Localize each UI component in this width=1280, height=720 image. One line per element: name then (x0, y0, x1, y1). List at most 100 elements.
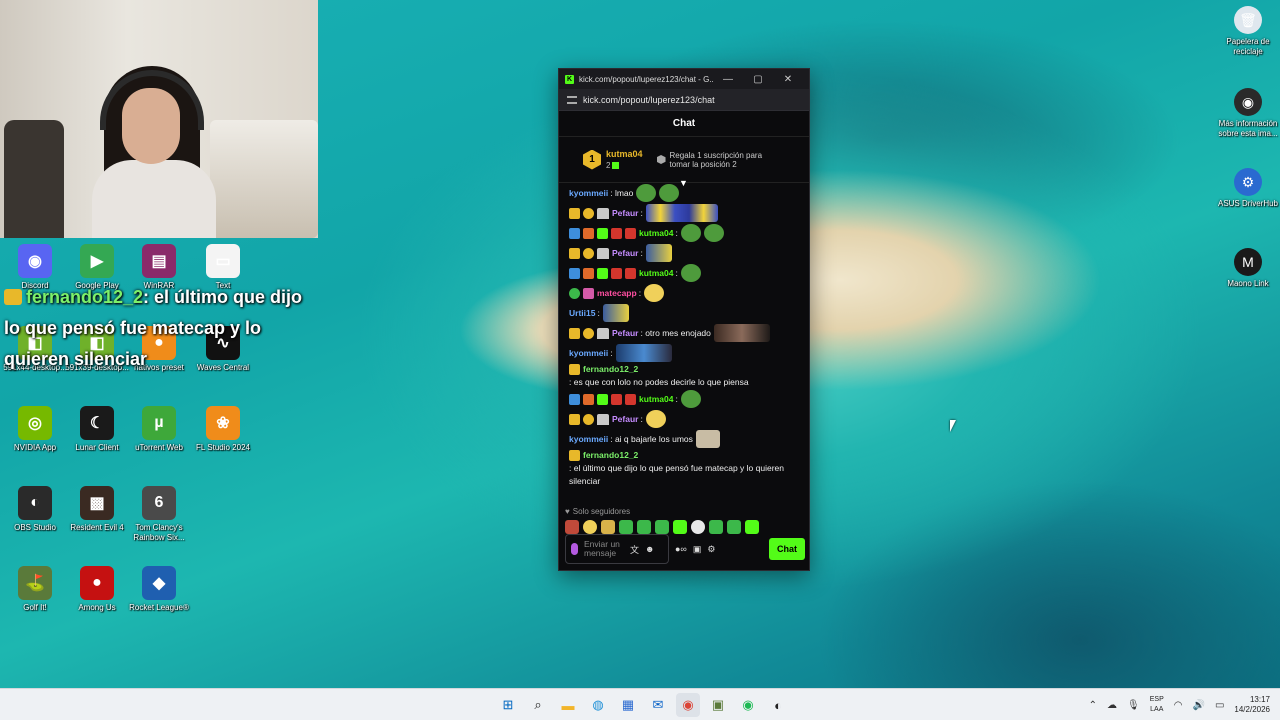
volume-icon[interactable]: 🔊 (1193, 700, 1205, 711)
network-status-icon[interactable]: ☁ (1107, 700, 1117, 711)
fl-studio-icon: ❀ (206, 406, 240, 440)
desktop-shortcut[interactable]: 🗑 Papelera de reciclaje (1216, 6, 1280, 57)
user-badge-icon (611, 227, 622, 239)
chat-username[interactable]: Pefaur (612, 207, 638, 220)
desktop-shortcut[interactable]: ◎ NVIDIA App (0, 406, 70, 453)
file-explorer-icon[interactable]: ▬ (556, 693, 580, 717)
chat-username[interactable]: kyommeii (569, 433, 608, 446)
user-badge-icon (569, 450, 580, 461)
spotify-icon[interactable]: ◉ (736, 693, 760, 717)
chat-username[interactable]: Pefaur (612, 327, 638, 340)
translate-icon[interactable]: 文 (630, 543, 639, 556)
microphone-icon[interactable] (571, 543, 578, 555)
settings-gear-icon[interactable]: ⚙ (707, 544, 715, 555)
gift-rank-icon (656, 155, 666, 164)
close-button[interactable]: ✕ (773, 74, 803, 85)
user-badge-icon (583, 267, 594, 279)
leader-info: kutma04 2 (606, 149, 643, 170)
recycle-bin-icon: 🗑 (1234, 6, 1262, 34)
rocket-league-icon: ◆ (142, 566, 176, 600)
kick-logo-icon: K (565, 74, 574, 84)
store-icon[interactable]: ▦ (616, 693, 640, 717)
clock[interactable]: 13:17 14/2/2026 (1234, 695, 1270, 715)
minecraft-icon[interactable]: ▣ (706, 693, 730, 717)
desktop-shortcut[interactable]: µ uTorrent Web (124, 406, 194, 453)
utorrent-icon: µ (142, 406, 176, 440)
emote-image (680, 390, 701, 408)
emote-image (680, 264, 701, 282)
desktop-shortcut[interactable]: ❀ FL Studio 2024 (188, 406, 258, 453)
chat-username[interactable]: kutma04 (639, 227, 674, 240)
store-icon[interactable]: ▣ (693, 544, 702, 555)
edge-icon[interactable]: ◍ (586, 693, 610, 717)
microphone-tray-icon[interactable]: 🎙 (1127, 700, 1140, 711)
desktop-shortcut[interactable]: ☾ Lunar Client (62, 406, 132, 453)
search-icon[interactable]: ⌕ (526, 693, 550, 717)
minimize-button[interactable]: — (713, 74, 743, 85)
language-indicator[interactable]: ESP LAA (1150, 695, 1164, 715)
emote-image (695, 430, 720, 448)
desktop-shortcut[interactable]: ◉ Más información sobre esta ima... (1216, 88, 1280, 139)
chat-messages: kyommeii: lmao Pefaur: kutma04: Pefaur: kutm… (559, 183, 809, 501)
chat-username[interactable]: matecapp (597, 287, 637, 300)
desktop-shortcut-label: Rocket League® (129, 603, 189, 612)
winrar-icon: ▤ (142, 244, 176, 278)
chat-username[interactable]: Pefaur (612, 413, 638, 426)
site-settings-icon[interactable] (567, 95, 577, 104)
desktop-shortcut[interactable]: ▩ Resident Evil 4 (62, 486, 132, 533)
desktop-shortcut[interactable]: ◐ OBS Studio (0, 486, 70, 533)
chat-username[interactable]: kyommeii (569, 347, 608, 360)
emoji-icon[interactable]: ☻ (645, 544, 654, 554)
desktop-shortcut[interactable]: 6 Tom Clancy's Rainbow Six... (124, 486, 194, 543)
chat-message: Pefaur: (569, 243, 799, 263)
desktop-shortcut-label: OBS Studio (14, 523, 56, 532)
overlay-username: fernando12_2 (26, 287, 144, 307)
r6-icon: 6 (142, 486, 176, 520)
users-icon[interactable]: ●∞ (675, 544, 687, 554)
user-badge-icon (583, 393, 594, 405)
user-badge-icon (597, 327, 609, 339)
send-chat-button[interactable]: Chat (769, 538, 805, 560)
chat-username[interactable]: kutma04 (639, 393, 674, 406)
user-badge-icon (569, 413, 580, 425)
chevron-up-icon[interactable]: ⌃ (1089, 700, 1097, 711)
user-badge-icon (569, 393, 580, 405)
taskbar: ⊞ ⌕ ▬ ◍ ▦ ✉ ◉ ▣ ◉ ◐ ⌃ ☁ 🎙 ESP LAA ◠ 🔊 ▭ 13:17 14/… (0, 688, 1280, 720)
chat-username[interactable]: Urtii15 (569, 307, 595, 320)
gift-prompt[interactable]: Regala 1 suscripción para tomar la posic… (656, 151, 780, 169)
desktop-shortcut[interactable]: ◆ Rocket League® (124, 566, 194, 613)
desktop-shortcut[interactable]: ⚙ ASUS DriverHub (1216, 168, 1280, 209)
obs-taskbar-icon[interactable]: ◐ (766, 693, 790, 717)
desktop-shortcut[interactable]: ● Among Us (62, 566, 132, 613)
chat-message: kyommeii: ai q bajarle los umos (569, 429, 799, 449)
wifi-icon[interactable]: ◠ (1174, 700, 1183, 711)
chat-username[interactable]: kyommeii (569, 187, 608, 200)
desktop-shortcut-label: Golf It! (23, 603, 47, 612)
chat-input[interactable]: Enviar un mensaje 文 ☻ (565, 534, 669, 564)
chrome-icon[interactable]: ◉ (676, 693, 700, 717)
asus-icon: ⚙ (1234, 168, 1262, 196)
chat-input-bar: Enviar un mensaje 文 ☻ ●∞ ▣ ⚙ Chat (559, 528, 809, 570)
battery-icon[interactable]: ▭ (1215, 700, 1224, 711)
chat-message: kyommeii: (569, 343, 799, 363)
desktop-shortcut-label: NVIDIA App (13, 443, 57, 452)
chat-username[interactable]: fernando12_2 (583, 449, 638, 462)
user-badge-icon (597, 247, 609, 259)
webcam-chair (4, 120, 64, 238)
google-play-icon: ▶ (80, 244, 114, 278)
obs-icon: ◐ (18, 486, 52, 520)
gift-leaderboard[interactable]: 1 kutma04 2 Regala 1 suscripción para to… (559, 137, 809, 188)
chat-username[interactable]: Pefaur (612, 247, 638, 260)
maximize-button[interactable]: ▢ (743, 74, 773, 85)
window-titlebar[interactable]: K kick.com/popout/luperez123/chat - G...… (559, 69, 809, 89)
outlook-icon[interactable]: ✉ (646, 693, 670, 717)
chat-username[interactable]: fernando12_2 (583, 363, 638, 376)
chat-message: fernando12_2: es que con lolo no podes d… (569, 363, 799, 389)
window-title: kick.com/popout/luperez123/chat - G... (579, 74, 713, 84)
chat-username[interactable]: kutma04 (639, 267, 674, 280)
address-bar[interactable]: kick.com/popout/luperez123/chat (559, 89, 809, 111)
desktop-shortcut[interactable]: M Maono Link (1216, 248, 1280, 289)
windows-start-icon[interactable]: ⊞ (496, 693, 520, 717)
clock-time: 13:17 (1249, 695, 1270, 704)
desktop-shortcut[interactable]: ⛳ Golf It! (0, 566, 70, 613)
